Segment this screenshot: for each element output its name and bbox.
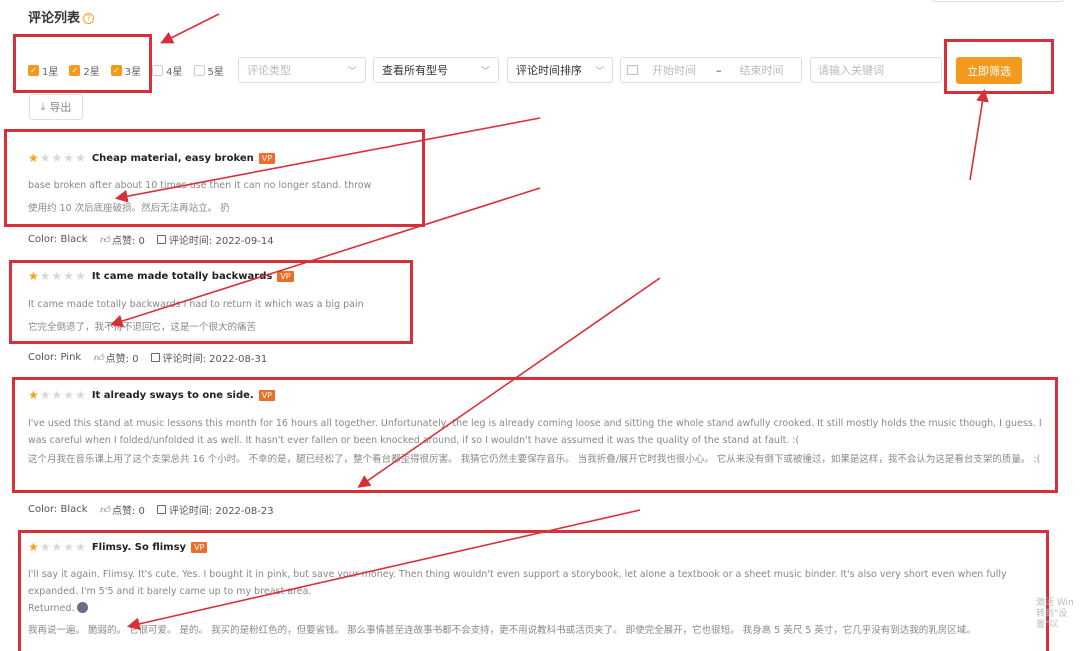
page-title: 评论列表?: [28, 7, 95, 26]
review-meta: Color: Pink 👍︎ 点赞: 0 评论时间: 2022-08-31: [28, 350, 279, 365]
thumbs-up-icon: 👍︎: [93, 352, 104, 364]
like-button[interactable]: 👍︎ 点赞: 0: [99, 232, 145, 248]
review-meta: Color: Black 👍︎ 点赞: 0 评论时间: 2022-08-23: [28, 502, 286, 517]
chevron-down-icon: ﹀: [594, 66, 604, 77]
end-date-input[interactable]: 结束时间: [740, 62, 784, 78]
calendar-icon: [150, 353, 160, 362]
question-circle-icon[interactable]: ?: [83, 13, 95, 24]
calendar-icon: [156, 505, 166, 514]
review-meta: Color: Black 👍︎ 点赞: 0 评论时间: 2022-09-14: [28, 232, 286, 247]
annotation-box-filter-button: [944, 39, 1054, 94]
annotation-box-review-3: [12, 377, 1058, 493]
top-right-control[interactable]: [932, 0, 1064, 2]
thumbs-up-icon: 👍︎: [99, 234, 110, 246]
annotation-box-star-filter: [13, 34, 152, 93]
review-type-select[interactable]: 评论类型 ﹀: [238, 57, 366, 83]
annotation-box-review-1: [4, 129, 425, 227]
start-date-input[interactable]: 开始时间: [652, 62, 696, 78]
review-time: 评论时间: 2022-08-23: [156, 502, 274, 517]
star-filter-5[interactable]: 5星: [193, 63, 224, 78]
checkbox-icon[interactable]: [152, 64, 164, 76]
arrow-to-star-filter: [160, 13, 220, 44]
chevron-down-icon: ﹀: [347, 66, 357, 77]
annotation-box-review-2: [9, 260, 413, 344]
export-button[interactable]: ⤓ 导出: [29, 94, 83, 120]
date-separator: –: [716, 63, 722, 77]
chevron-down-icon: ﹀: [480, 66, 490, 77]
download-icon: ⤓: [40, 100, 46, 113]
review-color: Color: Pink: [28, 352, 82, 363]
review-time: 评论时间: 2022-08-31: [150, 350, 267, 365]
thumbs-up-icon: 👍︎: [99, 504, 110, 516]
calendar-icon: [156, 235, 166, 244]
sort-select[interactable]: 评论时间排序 ﹀: [507, 57, 613, 83]
review-color: Color: Black: [28, 234, 88, 245]
checkbox-icon[interactable]: [193, 64, 205, 76]
like-button[interactable]: 👍︎ 点赞: 0: [93, 350, 138, 366]
activation-watermark: 激活 Win 转到"设置"以: [1036, 598, 1074, 630]
date-range-picker[interactable]: 开始时间 – 结束时间: [620, 57, 802, 83]
calendar-icon: [627, 65, 638, 75]
like-button[interactable]: 👍︎ 点赞: 0: [99, 502, 145, 518]
model-select[interactable]: 查看所有型号 ﹀: [373, 57, 499, 83]
review-color: Color: Black: [28, 504, 88, 515]
keyword-input[interactable]: [810, 57, 942, 83]
annotation-box-review-4: [18, 530, 1049, 651]
star-filter-4[interactable]: 4星: [152, 63, 183, 78]
review-time: 评论时间: 2022-09-14: [156, 232, 274, 247]
